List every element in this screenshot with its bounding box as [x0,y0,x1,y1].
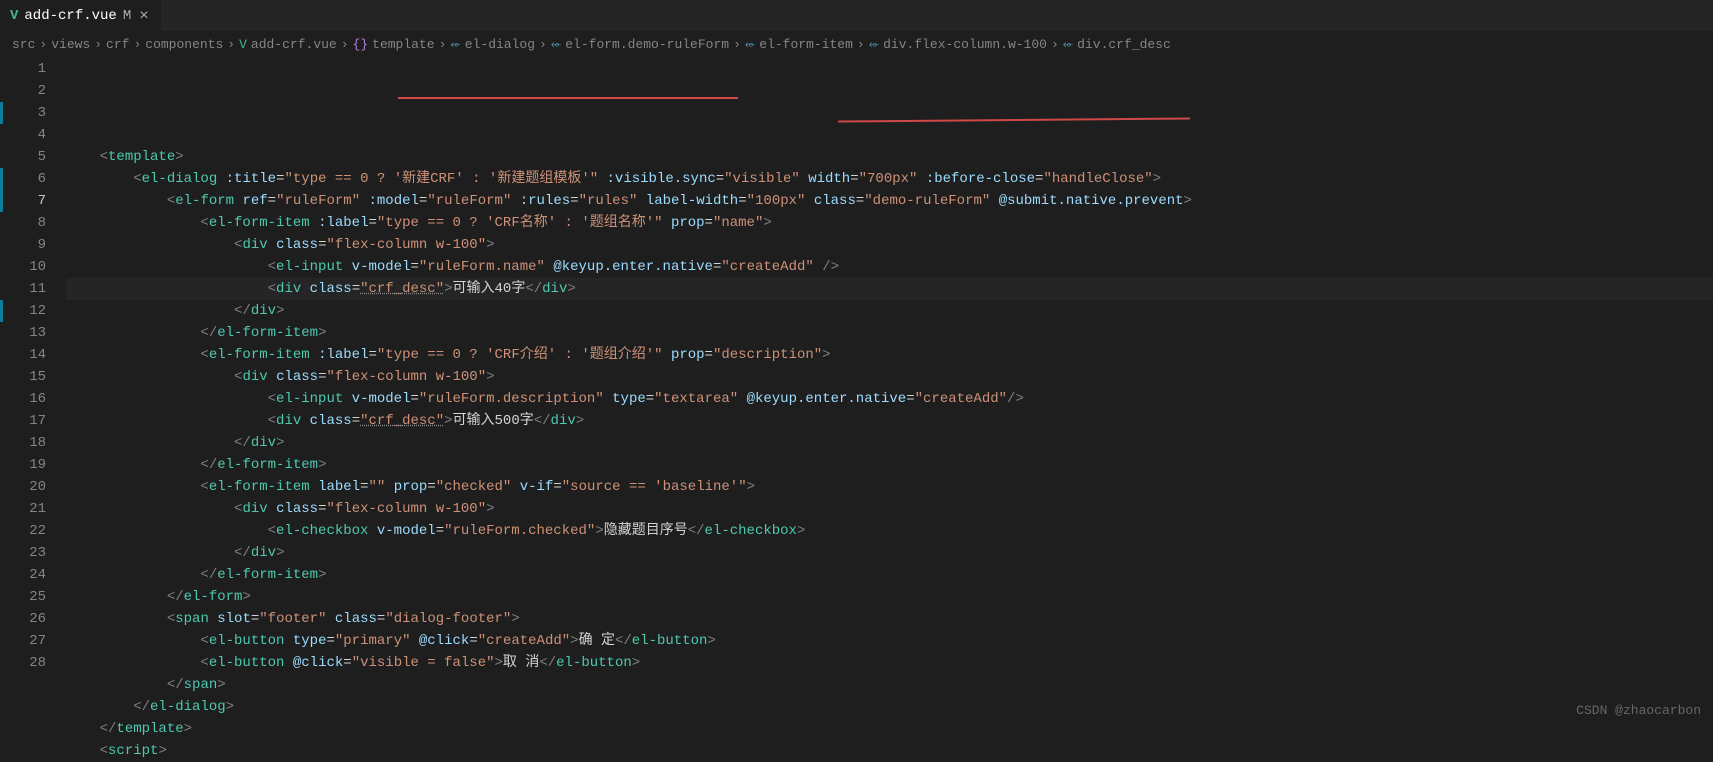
close-icon[interactable]: × [137,7,151,25]
annotation-underline [838,117,1190,122]
code-line[interactable]: <el-form-item :label="type == 0 ? 'CRF名称… [66,212,1713,234]
breadcrumb-item[interactable]: ⬰ el-form-item [745,37,853,52]
brace-icon: {} [353,37,369,52]
code-line[interactable]: <el-form-item label="" prop="checked" v-… [66,476,1713,498]
code-line[interactable]: <el-dialog :title="type == 0 ? '新建CRF' :… [66,168,1713,190]
chevron-right-icon: › [341,37,349,52]
vue-icon: V [239,37,247,52]
breadcrumb-item[interactable]: views [51,37,90,52]
code-line[interactable]: </el-dialog> [66,696,1713,718]
code-line[interactable]: </template> [66,718,1713,740]
line-number-gutter: 1234567891011121314151617181920212223242… [6,56,66,726]
code-line[interactable]: </span> [66,674,1713,696]
code-line[interactable]: </div> [66,300,1713,322]
tag-icon: ⬰ [1063,37,1073,52]
annotation-underline [398,97,738,99]
breadcrumb-item[interactable]: ⬰ el-form.demo-ruleForm [551,37,729,52]
tag-icon: ⬰ [551,37,561,52]
breadcrumb-item[interactable]: {} template [353,37,435,52]
modified-indicator: M [123,8,131,24]
code-line[interactable]: </el-form> [66,586,1713,608]
breadcrumb-item[interactable]: components [145,37,223,52]
breadcrumb-item[interactable]: crf [106,37,129,52]
chevron-right-icon: › [439,37,447,52]
tag-icon: ⬰ [450,37,460,52]
breadcrumb-item[interactable]: ⬰ div.crf_desc [1063,37,1171,52]
tag-icon: ⬰ [869,37,879,52]
code-line[interactable]: <el-input v-model="ruleForm.name" @keyup… [66,256,1713,278]
code-line[interactable]: <el-button @click="visible = false">取 消<… [66,652,1713,674]
code-line[interactable]: <div class="crf_desc">可输入40字</div> [66,278,1713,300]
code-line[interactable]: </el-form-item> [66,564,1713,586]
chevron-right-icon: › [539,37,547,52]
code-line[interactable]: <el-form ref="ruleForm" :model="ruleForm… [66,190,1713,212]
code-line[interactable]: </div> [66,542,1713,564]
code-line[interactable]: <div class="crf_desc">可输入500字</div> [66,410,1713,432]
breadcrumb-item[interactable]: V add-crf.vue [239,37,337,52]
chevron-right-icon: › [1051,37,1059,52]
breadcrumb-item[interactable]: ⬰ div.flex-column.w-100 [869,37,1047,52]
code-line[interactable]: </div> [66,432,1713,454]
tab-active[interactable]: V add-crf.vue M × [0,0,161,31]
code-line[interactable]: <el-input v-model="ruleForm.description"… [66,388,1713,410]
chevron-right-icon: › [857,37,865,52]
code-line[interactable]: </el-form-item> [66,454,1713,476]
vue-icon: V [10,8,18,24]
breadcrumb-item[interactable]: src [12,37,35,52]
code-line[interactable]: <el-form-item :label="type == 0 ? 'CRF介绍… [66,344,1713,366]
chevron-right-icon: › [39,37,47,52]
tab-bar: V add-crf.vue M × [0,0,1713,32]
code-line[interactable]: </el-form-item> [66,322,1713,344]
chevron-right-icon: › [94,37,102,52]
editor[interactable]: 1234567891011121314151617181920212223242… [0,56,1713,726]
watermark: CSDN @zhaocarbon [1576,703,1701,718]
breadcrumb-item[interactable]: ⬰ el-dialog [450,37,535,52]
code-line[interactable]: <template> [66,146,1713,168]
tag-icon: ⬰ [745,37,755,52]
breadcrumb: src › views › crf › components › V add-c… [0,32,1713,56]
code-line[interactable]: <div class="flex-column w-100"> [66,234,1713,256]
code-line[interactable]: <div class="flex-column w-100"> [66,366,1713,388]
code-line[interactable]: <el-button type="primary" @click="create… [66,630,1713,652]
tab-filename: add-crf.vue [24,8,116,24]
chevron-right-icon: › [133,37,141,52]
chevron-right-icon: › [733,37,741,52]
code-line[interactable]: <span slot="footer" class="dialog-footer… [66,608,1713,630]
code-line[interactable]: <script> [66,740,1713,762]
code-line[interactable]: <div class="flex-column w-100"> [66,498,1713,520]
chevron-right-icon: › [227,37,235,52]
code-area[interactable]: <template> <el-dialog :title="type == 0 … [66,56,1713,726]
code-line[interactable]: <el-checkbox v-model="ruleForm.checked">… [66,520,1713,542]
